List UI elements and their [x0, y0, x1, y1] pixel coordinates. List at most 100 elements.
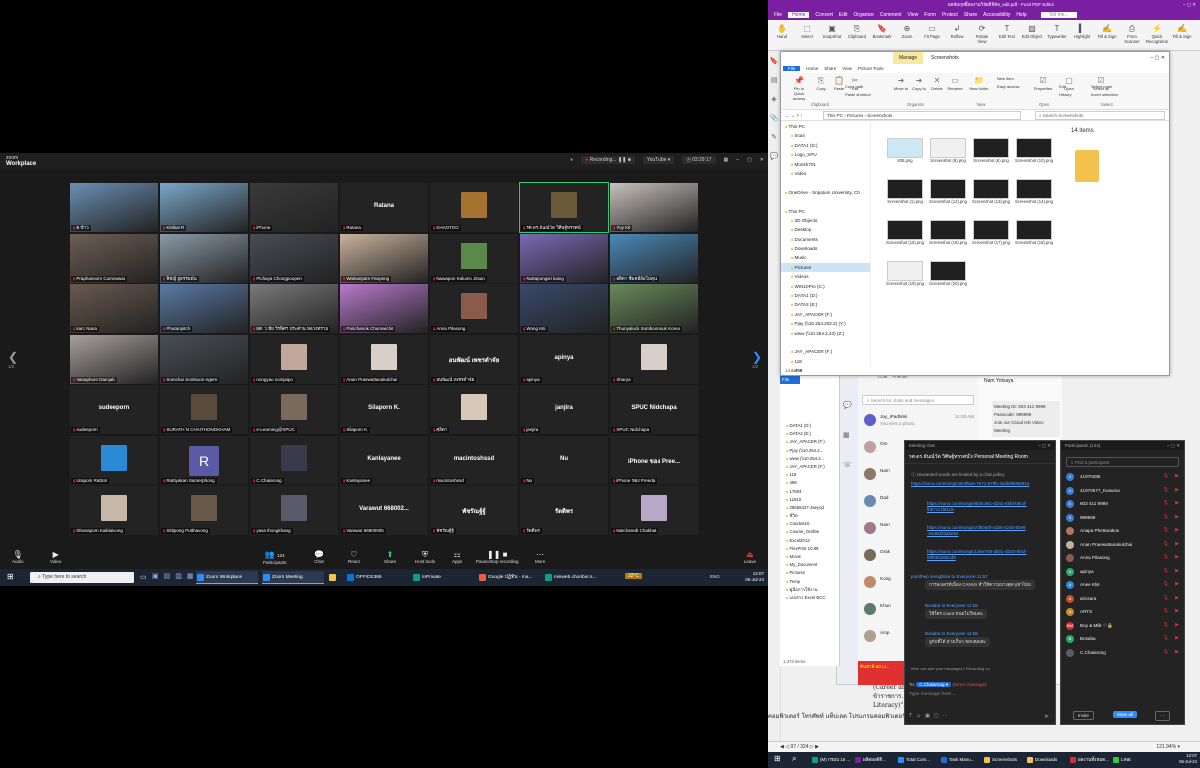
participant-tile[interactable]: Sharya	[610, 334, 698, 384]
explorer-nav-item[interactable]: Video	[781, 169, 870, 178]
window-controls[interactable]: – ▢ ✕	[1038, 441, 1051, 450]
apps-button[interactable]: ⚏ Apps	[452, 550, 462, 564]
mic-muted-icon[interactable]: 🎙	[1163, 632, 1169, 646]
participant-tile[interactable]: รัตติพรรัตติพร	[520, 486, 608, 535]
pdf-ribbon-button[interactable]: ⎘ Clipboard	[846, 23, 868, 39]
participant-tile[interactable]: nongyao somjaipo	[250, 334, 338, 384]
chat-button[interactable]: 💬 Chat	[314, 550, 324, 564]
minimize-icon[interactable]: –	[736, 157, 739, 163]
participant-tile[interactable]: Thunyaluck Somboonsuk Koreo	[610, 284, 698, 333]
video-off-icon[interactable]: ▶	[1175, 605, 1179, 619]
explorer-ribbon-button[interactable]: Select none	[1091, 84, 1112, 89]
explorer-ribbon-button[interactable]: Copy path	[845, 84, 863, 89]
send-icon[interactable]: ➤	[1044, 713, 1049, 720]
explorer-ribbon-button[interactable]: Invert selection	[1091, 92, 1118, 97]
file-item[interactable]: Screenshot (16).png	[929, 220, 967, 250]
pdf-menu-item[interactable]: Accessibility	[983, 12, 1010, 18]
pdf-ribbon-button[interactable]: ✍ Fill & Sign	[1171, 23, 1193, 39]
more-icon[interactable]: ⋯	[1155, 711, 1170, 721]
participant-tile[interactable]: Kanlayanee Kanlayanee	[340, 435, 428, 485]
file-item[interactable]: Screenshot (10).png	[1015, 138, 1053, 168]
video-off-icon[interactable]: ▶	[1175, 565, 1179, 579]
maximize-icon[interactable]: ▢	[747, 157, 752, 163]
mic-muted-icon[interactable]: 🎙	[1163, 565, 1169, 579]
participant-tile[interactable]: macintoshssd macintoshssd	[430, 435, 518, 485]
participant-row[interactable]: Aapinya 🎙 ▶	[1061, 565, 1184, 579]
video-off-icon[interactable]: ▶	[1175, 511, 1179, 525]
file-item[interactable]: Screenshot (1).png	[886, 179, 924, 209]
file-item[interactable]: 838.png	[886, 138, 924, 168]
chat-link[interactable]: https://suno.com/song/c1dee749-2b01-4b33…	[927, 549, 1027, 560]
explorer-tab[interactable]: File	[783, 66, 801, 71]
bookmark-icon[interactable]: 🔖	[768, 57, 780, 70]
explorer-nav-item[interactable]: Downloads	[781, 244, 870, 253]
calendar-icon[interactable]: ▦	[843, 431, 850, 439]
explorer-nav-item[interactable]: JAY_APACER (F:)	[781, 347, 870, 356]
explorer-nav-item[interactable]: Pictures	[781, 262, 870, 273]
participant-tile[interactable]: Ratana Ratana	[340, 183, 428, 232]
explorer-nav-item[interactable]: Pjay (\\10.254.202.2) (Y:)	[781, 319, 870, 328]
file-item[interactable]: Screenshot (13).png	[972, 179, 1010, 209]
explorer-ribbon-button[interactable]: ⎘ Copy	[811, 76, 831, 91]
taskbar-app[interactable]: Task Manu...	[941, 755, 975, 765]
participant-tile[interactable]: Phutanpitch	[160, 284, 248, 333]
chat-format-icons[interactable]: T☺▣▢⋯	[909, 713, 952, 719]
participant-tile[interactable]: ผศ. ว.ชัย วีรพิศฯ ประศาน หลวงทราม	[250, 284, 338, 333]
chat-link-bubble[interactable]: https://suno.com/song/e6bbc861-dd41-45fd…	[927, 501, 1027, 513]
pdf-ribbon-button[interactable]: 🔖 Bookmark	[871, 23, 893, 39]
taskbar-clock[interactable]: 12:07 06-Jul-24	[1179, 753, 1197, 765]
participant-tile[interactable]: Vanaphorn Damjab	[70, 334, 158, 384]
mic-muted-icon[interactable]: 🎙	[1163, 578, 1169, 592]
explorer-nav-item[interactable]: Videos	[781, 272, 870, 281]
explorer-ribbon-button[interactable]: Edit	[1059, 84, 1066, 89]
explorer2-nav-item[interactable]: 17804	[780, 488, 839, 496]
address-bar[interactable]: This PC › Pictures › Screenshots	[823, 111, 1021, 120]
participant-tile[interactable]: karc Nana	[70, 284, 158, 333]
explorer2-nav-item[interactable]: DATA1 (D:)	[780, 422, 839, 430]
pdf-menu-item[interactable]: Form	[924, 12, 936, 18]
explorer-nav-item[interactable]: Desktop	[781, 225, 870, 234]
participant-tile[interactable]: Anan Praewattanakulchai	[340, 334, 428, 384]
participant-tile[interactable]: Parichanok Chumwichit	[340, 284, 428, 333]
pdf-menu-item[interactable]: Convert	[815, 12, 833, 18]
mic-muted-icon[interactable]: 🎙	[1163, 551, 1169, 565]
explorer2-nav-item[interactable]: www (\\10.254.2...	[780, 455, 839, 463]
mic-muted-icon[interactable]: 🎙	[1163, 605, 1169, 619]
pause-stop-recording-button[interactable]: ❚❚ ■ Pause/stop recording	[476, 550, 519, 564]
teams-promo-banner[interactable]: ค้นหาดี 60 LI...	[858, 661, 908, 685]
explorer2-nav-item[interactable]: DATA2 (E:)	[780, 430, 839, 438]
video-off-icon[interactable]: ▶	[1175, 578, 1179, 592]
mic-muted-icon[interactable]: 🎙	[1163, 511, 1169, 525]
taskbar-app[interactable]: LINE	[1113, 755, 1131, 765]
participant-row[interactable]: Anna Pilasong 🎙 ▶	[1061, 551, 1184, 565]
view-icon[interactable]: ▦	[724, 157, 729, 163]
video-off-icon[interactable]: ▶	[1175, 619, 1179, 633]
mic-muted-icon[interactable]: 🎙	[1163, 484, 1169, 498]
tell-me-search[interactable]: Tell me...	[1040, 12, 1077, 18]
nav-arrows[interactable]: ← → ˅ ↑	[785, 110, 803, 121]
participant-tile[interactable]: iPhone ของ Pree... iPhone ของ Preeda	[610, 435, 698, 485]
chat-link[interactable]: https://suno.com/song/a7db0a0f-41b0-4246…	[927, 525, 1026, 536]
participant-row[interactable]: 4 41970677_Kusuma 🎙 ▶	[1061, 484, 1184, 498]
explorer-ribbon-button[interactable]: ➜ Move to	[891, 76, 911, 91]
taskbar-app[interactable]	[328, 571, 342, 584]
explorer-nav-item[interactable]: DATA1 (D:)	[781, 141, 870, 150]
explorer2-nav-item[interactable]: Temp	[780, 578, 839, 586]
explorer-nav-item[interactable]: www (\\10.254.2.43) (Z:)	[781, 329, 870, 338]
audio-button[interactable]: 🎙 Audio	[12, 550, 24, 564]
explorer-nav-item[interactable]: This PC	[781, 207, 870, 216]
explorer2-nav-item[interactable]: Pictures	[780, 569, 839, 577]
file-item[interactable]: Screenshot (14).png	[1015, 179, 1053, 209]
file-item[interactable]: Screenshot (19).png	[886, 261, 924, 291]
explorer-nav-item[interactable]: 3D Objects	[781, 216, 870, 225]
participant-tile[interactable]: janjira janjira	[520, 385, 608, 434]
search-icon[interactable]: ⌕	[792, 755, 796, 763]
taskbar-lang[interactable]: ENG	[710, 574, 720, 579]
explorer-tab[interactable]: Share	[824, 66, 836, 71]
participant-tile[interactable]: KHAOTOO	[430, 183, 518, 232]
explorer2-nav-item[interactable]: เอกสาร Excel BCC	[780, 594, 839, 602]
participant-tile[interactable]: Watsanpam Fanpeng	[340, 233, 428, 283]
participant-row[interactable]: 6 603 411 9999 🎙 ▶	[1061, 497, 1184, 511]
comment-icon[interactable]: 💬	[768, 152, 780, 165]
thumbnails-icon[interactable]: ▤	[768, 76, 780, 89]
